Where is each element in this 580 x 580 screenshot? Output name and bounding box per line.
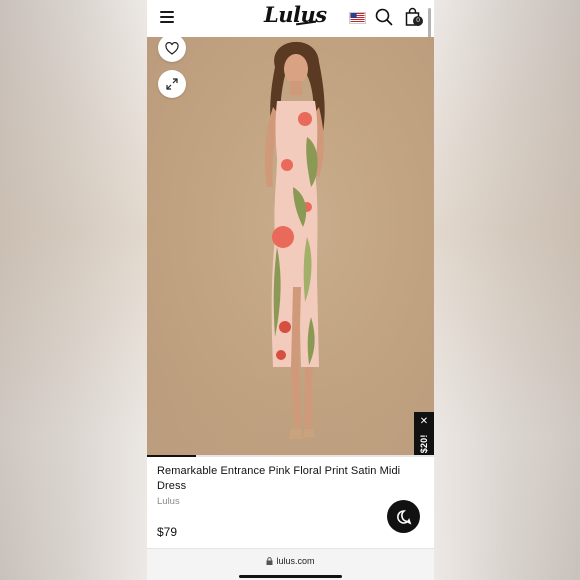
expand-icon [166, 78, 178, 90]
site-header: Lulus 0 [147, 0, 434, 64]
product-price: $79 [157, 525, 178, 539]
chat-button[interactable] [387, 500, 420, 533]
search-icon[interactable] [375, 8, 393, 26]
product-brand[interactable]: Lulus [157, 496, 180, 507]
expand-image-button[interactable] [158, 70, 186, 98]
phone-screen: Lulus 0 ✕ Get $20! Remarkable Entrance P… [147, 0, 434, 580]
wishlist-button[interactable] [158, 37, 186, 62]
home-indicator[interactable] [239, 575, 342, 578]
cart-count-badge: 0 [413, 16, 423, 26]
model-illustration [265, 41, 325, 439]
site-logo[interactable]: Lulus [264, 2, 327, 30]
gallery-progress [147, 455, 434, 457]
browser-address-bar[interactable]: lulus.com [147, 548, 434, 580]
heart-icon [165, 41, 179, 55]
gallery-progress-fill [147, 455, 196, 457]
product-title: Remarkable Entrance Pink Floral Print Sa… [157, 465, 401, 492]
menu-icon[interactable] [160, 11, 174, 23]
chat-icon [396, 509, 411, 525]
lock-icon [266, 557, 273, 565]
promo-tab[interactable]: ✕ Get $20! [414, 412, 434, 455]
url-text: lulus.com [276, 556, 315, 566]
us-flag-icon[interactable] [349, 12, 366, 24]
product-image[interactable]: ✕ Get $20! [147, 37, 434, 455]
promo-label[interactable]: Get $20! [419, 434, 429, 455]
url-display[interactable]: lulus.com [147, 556, 434, 566]
close-icon[interactable]: ✕ [419, 417, 429, 427]
